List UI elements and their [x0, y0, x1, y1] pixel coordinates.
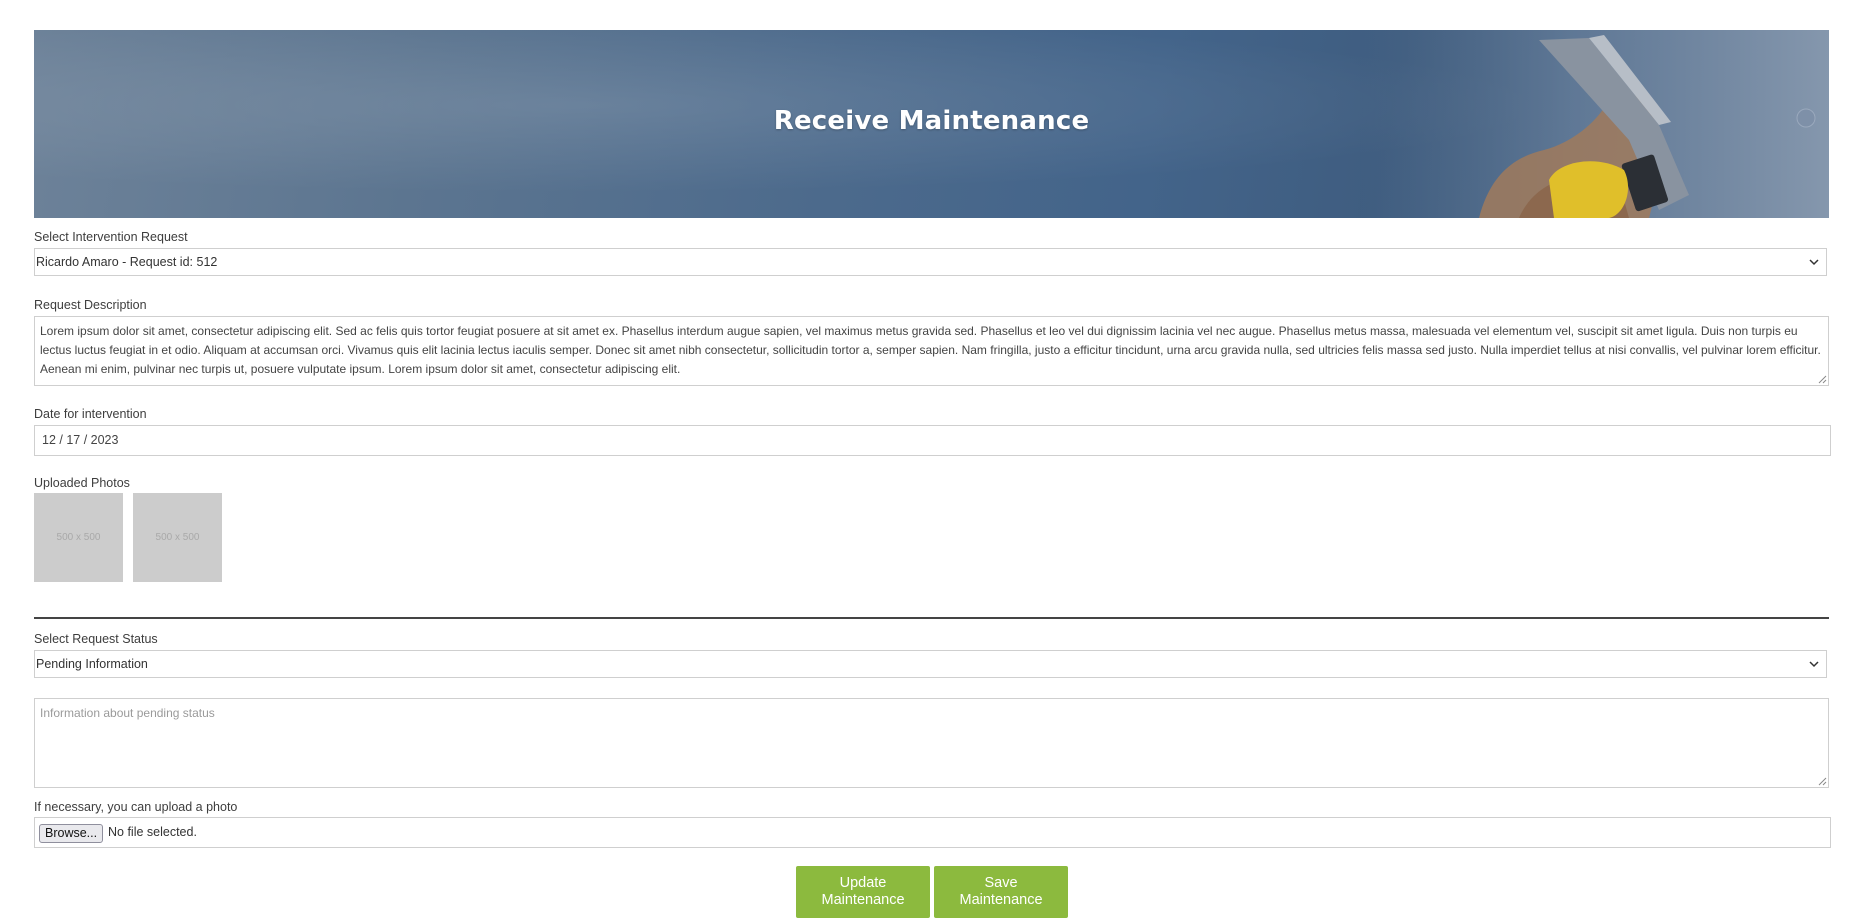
request-select[interactable]: Ricardo Amaro - Request id: 512 [34, 248, 1827, 276]
date-input[interactable]: 12 / 17 / 2023 [34, 425, 1831, 456]
resize-grip-icon[interactable] [1817, 374, 1827, 384]
request-select-value: Ricardo Amaro - Request id: 512 [36, 255, 218, 269]
file-status-text: No file selected. [108, 825, 197, 839]
section-divider [34, 617, 1829, 619]
pending-info-placeholder: Information about pending status [40, 706, 215, 720]
update-button-label-line1: Update [839, 875, 887, 891]
photo-upload-input[interactable]: Browse... No file selected. [34, 817, 1831, 848]
request-description-text: Lorem ipsum dolor sit amet, consectetur … [40, 324, 1821, 376]
photo-thumbnail[interactable]: 500 x 500 [34, 493, 123, 582]
header-banner: Receive Maintenance [34, 30, 1829, 218]
update-maintenance-button[interactable]: Update Maintenance [796, 866, 930, 918]
photos-label: Uploaded Photos [34, 476, 130, 490]
date-label: Date for intervention [34, 407, 147, 421]
resize-grip-icon[interactable] [1817, 776, 1827, 786]
page-title: Receive Maintenance [773, 106, 1090, 136]
status-select[interactable]: Pending Information [34, 650, 1827, 678]
photo-thumbnail[interactable]: 500 x 500 [133, 493, 222, 582]
status-select-value: Pending Information [36, 657, 148, 671]
request-description-textarea[interactable]: Lorem ipsum dolor sit amet, consectetur … [34, 316, 1829, 386]
chevron-down-icon [1809, 661, 1819, 668]
page: Receive Maintenance Select Intervention … [0, 0, 1855, 920]
pending-info-textarea[interactable]: Information about pending status [34, 698, 1829, 788]
update-button-label-line2: Maintenance [821, 892, 905, 908]
save-button-label-line1: Save [984, 875, 1018, 891]
status-select-label: Select Request Status [34, 632, 158, 646]
upload-label: If necessary, you can upload a photo [34, 800, 238, 814]
save-button-label-line2: Maintenance [959, 892, 1043, 908]
request-select-label: Select Intervention Request [34, 230, 188, 244]
save-maintenance-button[interactable]: Save Maintenance [934, 866, 1068, 918]
description-label: Request Description [34, 298, 147, 312]
browse-button[interactable]: Browse... [39, 824, 104, 843]
chevron-down-icon [1809, 259, 1819, 266]
